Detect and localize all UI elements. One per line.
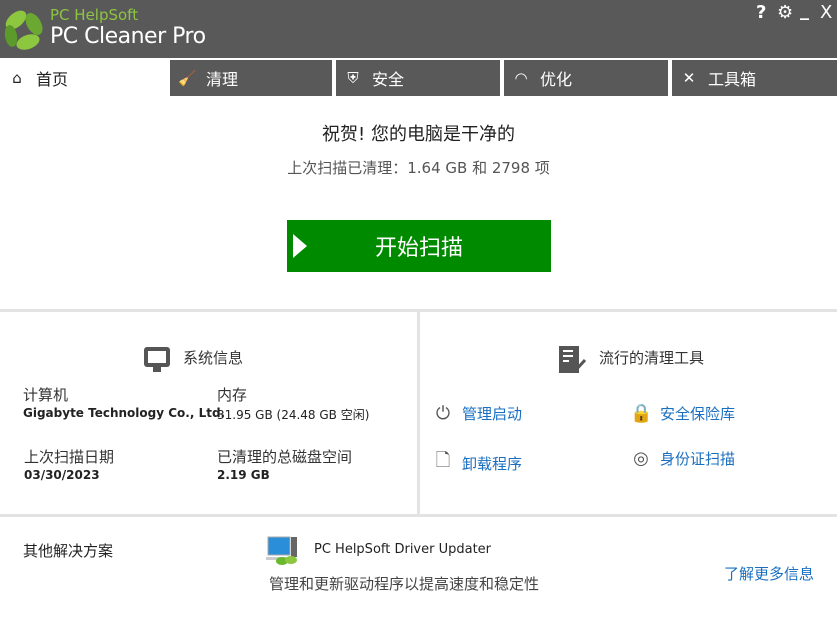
tab-label: 安全	[372, 70, 405, 89]
tab-toolbox[interactable]: ✕ 工具箱	[672, 60, 837, 96]
secure-vault-link[interactable]: 🔒 安全保险库	[630, 403, 735, 424]
brand-company: PC HelpSoft	[50, 6, 139, 24]
help-icon[interactable]: ?	[756, 2, 766, 23]
home-icon: ⌂	[12, 69, 22, 87]
fingerprint-icon: ◎	[633, 448, 649, 469]
shield-icon: ⛨	[347, 69, 359, 87]
tab-label: 工具箱	[708, 70, 757, 89]
link-label: 管理启动	[462, 405, 523, 423]
learn-more-link[interactable]: 了解更多信息	[724, 563, 814, 584]
power-icon: ⏻	[435, 403, 451, 424]
tools-title: 流行的清理工具	[599, 349, 705, 367]
file-remove-icon: 🗋	[435, 450, 451, 471]
uninstall-programs-link[interactable]: 🗋 卸载程序	[432, 448, 522, 478]
start-scan-button[interactable]: 开始扫描	[287, 220, 551, 272]
divider	[0, 514, 837, 517]
tab-home[interactable]: ⌂ 首页	[0, 60, 167, 96]
link-label: 卸载程序	[462, 454, 523, 473]
driver-updater-description: 管理和更新驱动程序以提高速度和稳定性	[269, 575, 540, 593]
broom-icon: 🧹	[178, 69, 197, 87]
monitor-icon	[144, 347, 170, 372]
other-solutions-title: 其他解决方案	[23, 542, 114, 560]
link-label: 身份证扫描	[660, 450, 736, 468]
computer-label: 计算机	[23, 386, 69, 404]
app-title: PC Cleaner Pro	[50, 24, 206, 49]
app-logo-icon	[4, 10, 43, 50]
last-scan-value: 03/30/2023	[24, 468, 100, 482]
computer-value: Gigabyte Technology Co., Ltd.	[23, 406, 226, 420]
close-button[interactable]: X	[820, 2, 832, 23]
lock-icon: 🔒	[630, 403, 653, 424]
cleaned-value: 2.19 GB	[217, 468, 270, 482]
tab-label: 首页	[36, 70, 69, 89]
manage-startup-link[interactable]: ⏻ 管理启动	[432, 403, 522, 424]
cleaned-label: 已清理的总磁盘空间	[217, 448, 353, 466]
tab-label: 清理	[206, 70, 239, 89]
memory-label: 内存	[217, 386, 248, 404]
link-label: 安全保险库	[660, 405, 736, 423]
play-icon	[293, 234, 307, 258]
system-info-title: 系统信息	[183, 349, 244, 367]
checklist-icon	[559, 346, 587, 374]
id-scan-link[interactable]: ◎ 身份证扫描	[630, 448, 735, 469]
tab-bar: ⌂ 首页 🧹 清理 ⛨ 安全 ◠ 优化 ✕ 工具箱	[0, 58, 837, 98]
minimize-button[interactable]: _	[800, 0, 809, 21]
memory-value: 31.95 GB (24.48 GB 空闲)	[217, 408, 370, 422]
driver-updater-name: PC HelpSoft Driver Updater	[314, 542, 492, 557]
last-cleaned-summary: 上次扫描已清理：1.64 GB 和 2798 项	[287, 159, 550, 177]
start-scan-label: 开始扫描	[374, 236, 463, 261]
status-title: 祝贺! 您的电脑是干净的	[322, 124, 515, 145]
tab-optimize[interactable]: ◠ 优化	[504, 60, 668, 96]
gear-icon[interactable]: ⚙	[777, 2, 793, 23]
divider	[417, 309, 420, 516]
tab-label: 优化	[540, 70, 573, 89]
last-scan-label: 上次扫描日期	[24, 448, 115, 466]
title-bar: PC HelpSoft PC Cleaner Pro ? ⚙ _ X	[0, 0, 837, 58]
tools-icon: ✕	[682, 69, 696, 87]
tab-clean[interactable]: 🧹 清理	[170, 60, 332, 96]
tab-security[interactable]: ⛨ 安全	[336, 60, 500, 96]
speedometer-icon: ◠	[514, 69, 528, 87]
driver-updater-icon	[266, 536, 297, 565]
